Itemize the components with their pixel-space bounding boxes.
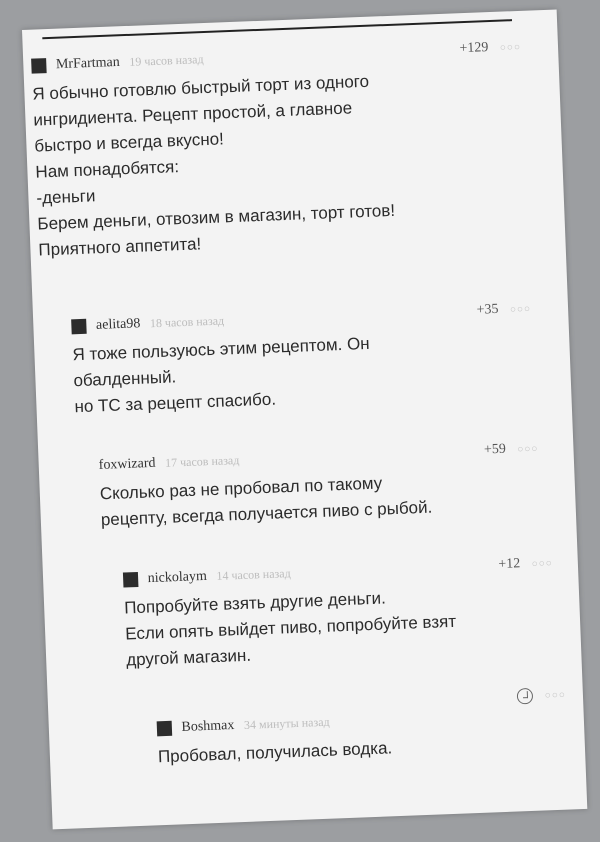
comment-reply: nickolaym 14 часов назад +12 ○○○ Попробу… — [122, 555, 557, 673]
score: +35 ○○○ — [476, 301, 531, 319]
comments-screenshot: MrFartman 19 часов назад +129 ○○○ Я обыч… — [22, 9, 588, 830]
reply-icon[interactable] — [517, 687, 534, 705]
comment: MrFartman 19 часов назад +129 ○○○ Я обыч… — [31, 39, 529, 264]
ellipsis-icon[interactable]: ○○○ — [510, 304, 532, 316]
comment-text: Я тоже пользуюсь этим рецептом. Он обалд… — [72, 325, 535, 421]
ellipsis-icon[interactable]: ○○○ — [517, 443, 539, 455]
timestamp: 17 часов назад — [164, 453, 240, 470]
score-value: +129 — [459, 40, 489, 57]
username[interactable]: nickolaym — [147, 569, 207, 586]
avatar[interactable] — [156, 720, 173, 737]
avatar[interactable] — [31, 58, 47, 74]
score-value: +35 — [476, 301, 499, 318]
comment-reply: foxwizard 17 часов назад +59 ○○○ Сколько… — [98, 440, 541, 533]
timestamp: 18 часов назад — [149, 313, 225, 331]
score: +12 ○○○ — [498, 555, 553, 573]
comment-text: Попробуйте взять другие деньги. Если опя… — [124, 579, 557, 673]
ellipsis-icon[interactable]: ○○○ — [532, 558, 554, 570]
score: +59 ○○○ — [484, 440, 539, 458]
ellipsis-icon[interactable]: ○○○ — [500, 42, 522, 54]
score: +129 ○○○ — [459, 39, 521, 57]
timestamp: 19 часов назад — [129, 52, 204, 69]
timestamp: 34 минуты назад — [243, 714, 330, 733]
username[interactable]: aelita98 — [96, 316, 141, 333]
score: ○○○ — [517, 687, 566, 705]
username[interactable]: foxwizard — [98, 456, 155, 473]
score-value: +12 — [498, 556, 521, 573]
comment-reply: aelita98 18 часов назад +35 ○○○ Я тоже п… — [71, 301, 535, 421]
comment-reply: Boshmax 34 минуты назад ○○○ Пробовал, по… — [156, 687, 569, 771]
ellipsis-icon[interactable]: ○○○ — [545, 690, 567, 702]
avatar[interactable] — [71, 318, 87, 335]
divider — [42, 19, 513, 40]
score-value: +59 — [483, 441, 507, 458]
username[interactable]: Boshmax — [181, 718, 234, 735]
avatar[interactable] — [122, 572, 139, 588]
timestamp: 14 часов назад — [216, 566, 291, 583]
username[interactable]: MrFartman — [56, 55, 120, 72]
comment-text: Я обычно готовлю быстрый торт из одного … — [32, 63, 529, 264]
